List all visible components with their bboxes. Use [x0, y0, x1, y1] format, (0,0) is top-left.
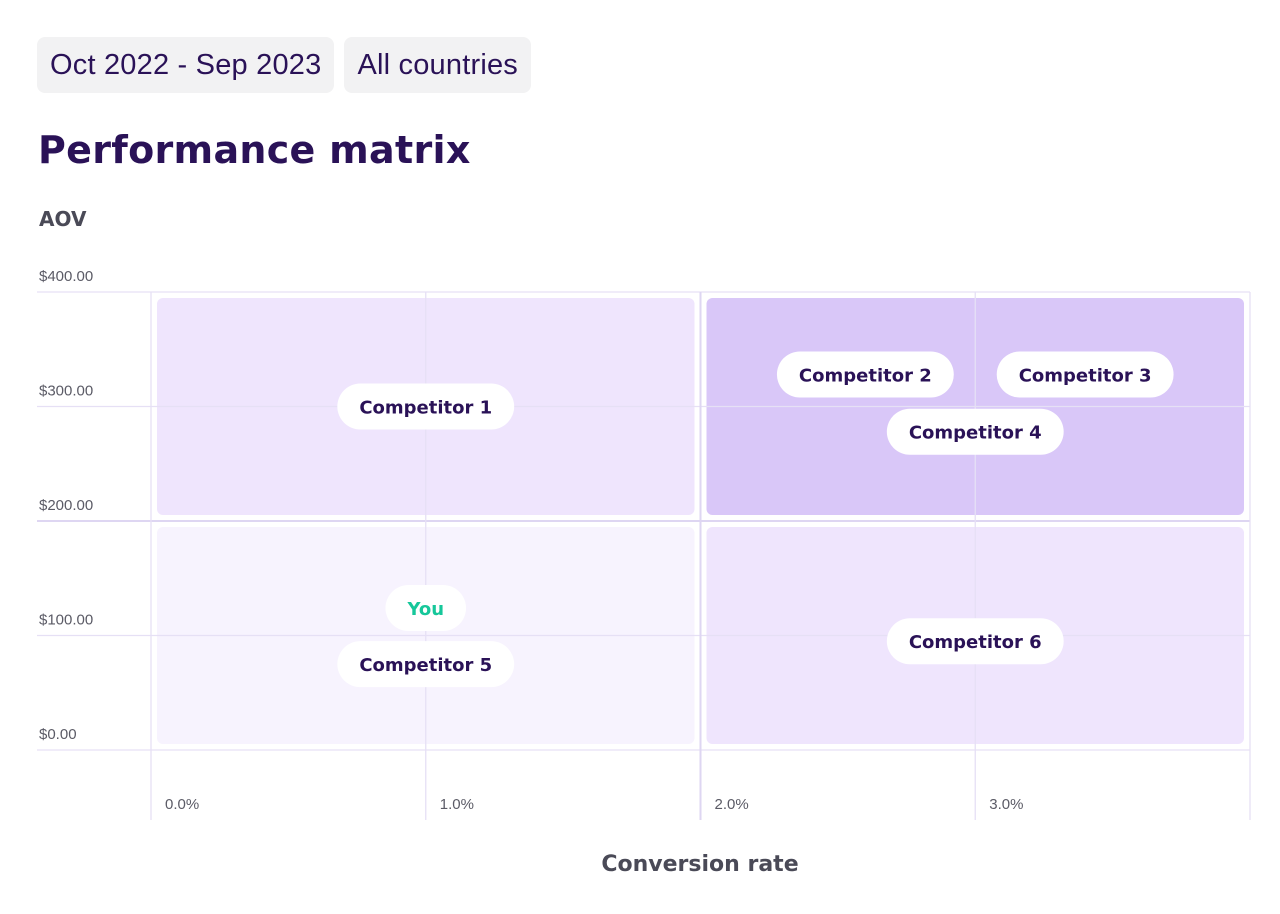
data-point-label: Competitor 2 [799, 365, 932, 386]
y-tick-label: $300.00 [39, 383, 93, 400]
x-tick-label: 2.0% [715, 796, 749, 813]
data-point-competitor-4[interactable]: Competitor 4 [886, 408, 1064, 455]
data-point-competitor-3[interactable]: Competitor 3 [996, 351, 1174, 398]
data-point-label: Competitor 5 [359, 655, 492, 676]
y-tick-labels: $400.00 $300.00 $200.00 $100.00 $0.00 [39, 268, 93, 743]
x-tick-labels: 0.0% 1.0% 2.0% 3.0% [165, 796, 1023, 813]
y-tick-label: $400.00 [39, 268, 93, 285]
data-point-label: Competitor 1 [359, 398, 492, 419]
data-point-label: You [406, 599, 444, 620]
x-tick-label: 1.0% [440, 796, 474, 813]
x-tick-label: 3.0% [989, 796, 1023, 813]
data-point-competitor-6[interactable]: Competitor 6 [886, 618, 1064, 665]
y-tick-label: $100.00 [39, 612, 93, 629]
data-point-you[interactable]: You [385, 585, 467, 632]
x-axis-title: Conversion rate [601, 852, 799, 877]
data-point-label: Competitor 6 [909, 632, 1042, 653]
data-point-competitor-1[interactable]: Competitor 1 [337, 383, 515, 430]
y-tick-label: $200.00 [39, 497, 93, 514]
data-point-competitor-2[interactable]: Competitor 2 [776, 351, 954, 398]
data-point-label: Competitor 4 [909, 423, 1042, 444]
data-point-label: Competitor 3 [1019, 365, 1152, 386]
data-point-competitor-5[interactable]: Competitor 5 [337, 641, 515, 688]
x-tick-label: 0.0% [165, 796, 199, 813]
performance-matrix-chart: $400.00 $300.00 $200.00 $100.00 $0.00 0.0% 1.… [37, 268, 1251, 820]
y-tick-label: $0.00 [39, 726, 77, 743]
